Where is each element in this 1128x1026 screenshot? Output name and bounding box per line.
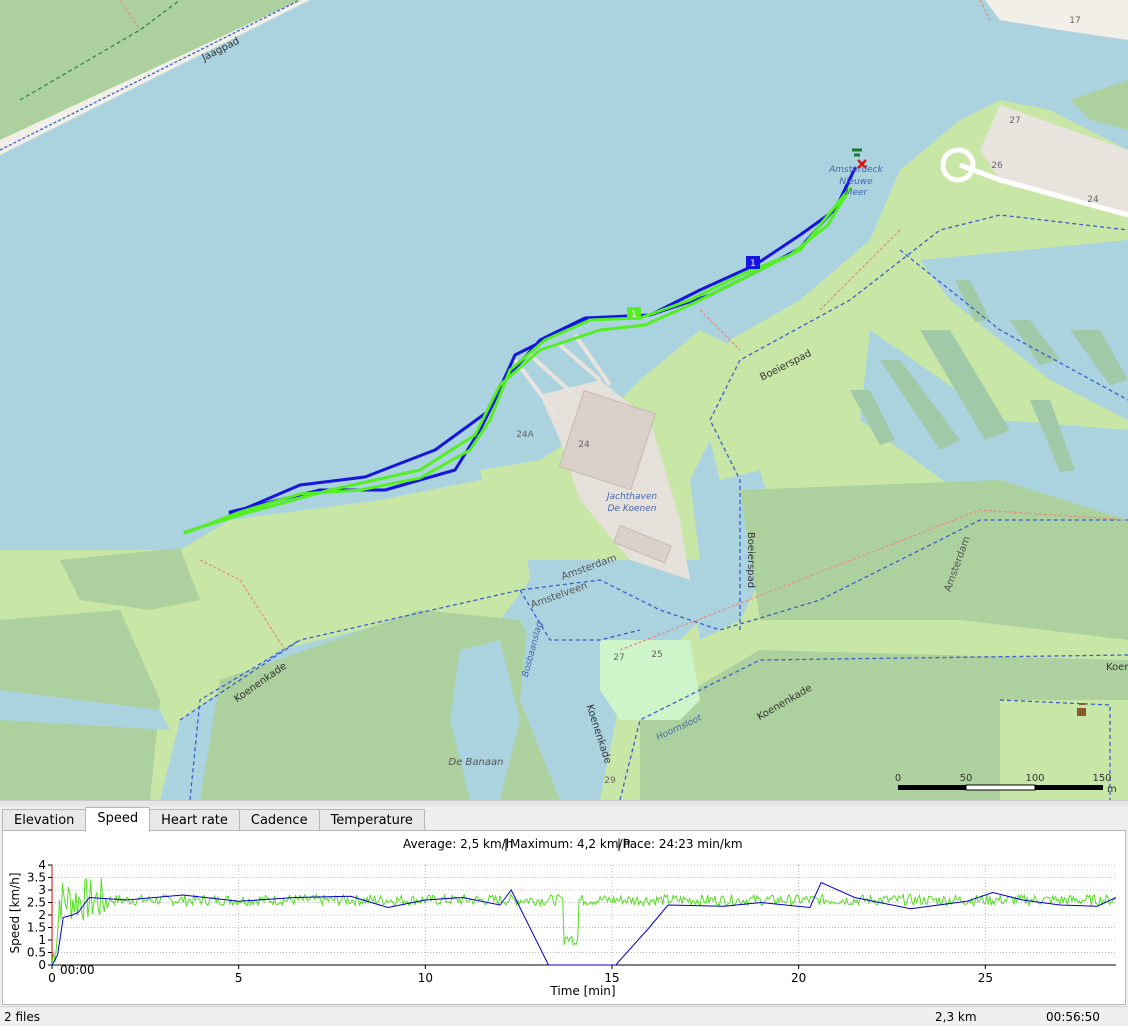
blue-waypoint-marker[interactable]: 1 bbox=[746, 256, 760, 269]
y-tick-label: 2.5 bbox=[27, 896, 46, 910]
x-axis-label: Time [min] bbox=[549, 984, 615, 998]
tab-elevation[interactable]: Elevation bbox=[2, 809, 87, 831]
y-tick-label: 1.5 bbox=[27, 921, 46, 935]
y-tick-label: 3.5 bbox=[27, 871, 46, 885]
tab-temperature[interactable]: Temperature bbox=[318, 809, 425, 831]
green-waypoint-marker[interactable]: 1 bbox=[627, 307, 641, 320]
panel-splitter[interactable] bbox=[0, 800, 1128, 807]
house-number: 27 bbox=[1009, 116, 1020, 126]
scale-label-0: 0 bbox=[895, 773, 901, 784]
speed-chart[interactable]: Average: 2,5 km/h | Maximum: 4,2 km/h | … bbox=[3, 831, 1125, 1004]
y-tick-label: 0 bbox=[38, 958, 46, 972]
tab-cadence[interactable]: Cadence bbox=[238, 809, 320, 831]
x-tick-label: 10 bbox=[418, 971, 433, 985]
svg-text:1: 1 bbox=[750, 259, 756, 269]
x-tick-label: 15 bbox=[604, 971, 619, 985]
house-number: 25 bbox=[651, 650, 662, 660]
position-marker-time: 00:00 bbox=[60, 963, 95, 977]
tab-speed[interactable]: Speed bbox=[85, 807, 151, 832]
map-canvas[interactable]: 1 1 Amsterdeck Nieuwe Meer Jaagpad Boeie… bbox=[0, 0, 1128, 800]
water-label-de-koenen: De Koenen bbox=[608, 504, 657, 514]
summary-separator: | bbox=[504, 837, 508, 851]
house-number: 29 bbox=[604, 776, 616, 786]
graph-tab-bar: Elevation Speed Heart rate Cadence Tempe… bbox=[2, 807, 425, 832]
x-tick-label: 20 bbox=[791, 971, 806, 985]
house-number: 17 bbox=[1069, 16, 1080, 26]
summary-maximum: Maximum: 4,2 km/h bbox=[510, 837, 630, 851]
scale-label-50: 50 bbox=[960, 773, 973, 784]
summary-average: Average: 2,5 km/h bbox=[403, 837, 513, 851]
street-label-koen: Koen bbox=[1106, 662, 1128, 673]
house-number: 24 bbox=[578, 440, 590, 450]
x-tick-label: 0 bbox=[48, 971, 56, 985]
summary-pace: Pace: 24:23 min/km bbox=[623, 837, 743, 851]
house-number: 27 bbox=[613, 653, 624, 663]
house-number: 26 bbox=[991, 161, 1003, 171]
speed-series-green bbox=[51, 877, 1116, 966]
y-tick-label: 2 bbox=[38, 908, 46, 922]
water-label-jachthaven: Jachthaven bbox=[605, 492, 657, 502]
tab-heart-rate[interactable]: Heart rate bbox=[149, 809, 240, 831]
scale-label-100: 100 bbox=[1025, 773, 1044, 784]
status-bar: 2 files 2,3 km 00:56:50 bbox=[0, 1006, 1128, 1026]
house-number: 24A bbox=[516, 430, 534, 440]
x-tick-label: 5 bbox=[235, 971, 243, 985]
poi-label-1: Amsterdeck bbox=[828, 165, 884, 175]
status-file-count: 2 files bbox=[4, 1010, 40, 1024]
y-tick-label: 4 bbox=[38, 858, 46, 872]
speed-graph-panel[interactable]: Average: 2,5 km/h | Maximum: 4,2 km/h | … bbox=[2, 830, 1126, 1005]
summary-separator: | bbox=[617, 837, 621, 851]
street-label-boeierspad-2: Boeierspad bbox=[745, 532, 756, 588]
y-tick-label: 3 bbox=[38, 883, 46, 897]
scale-label-150: 150 bbox=[1092, 773, 1111, 784]
house-number: 24 bbox=[1087, 195, 1099, 205]
y-tick-label: 0.5 bbox=[27, 946, 46, 960]
poi-label-2: Nieuwe bbox=[839, 177, 873, 187]
area-label-de-banaan: De Banaan bbox=[449, 757, 504, 768]
x-tick-label: 25 bbox=[978, 971, 993, 985]
y-axis-label: Speed [km/h] bbox=[8, 872, 22, 953]
map-view[interactable]: 1 1 Amsterdeck Nieuwe Meer Jaagpad Boeie… bbox=[0, 0, 1128, 800]
svg-text:1: 1 bbox=[631, 310, 637, 320]
y-tick-label: 1 bbox=[38, 933, 46, 947]
status-distance: 2,3 km bbox=[935, 1010, 977, 1024]
scale-unit: m bbox=[1107, 784, 1117, 795]
poi-label-3: Meer bbox=[845, 188, 869, 198]
status-total-time: 00:56:50 bbox=[1046, 1010, 1100, 1024]
